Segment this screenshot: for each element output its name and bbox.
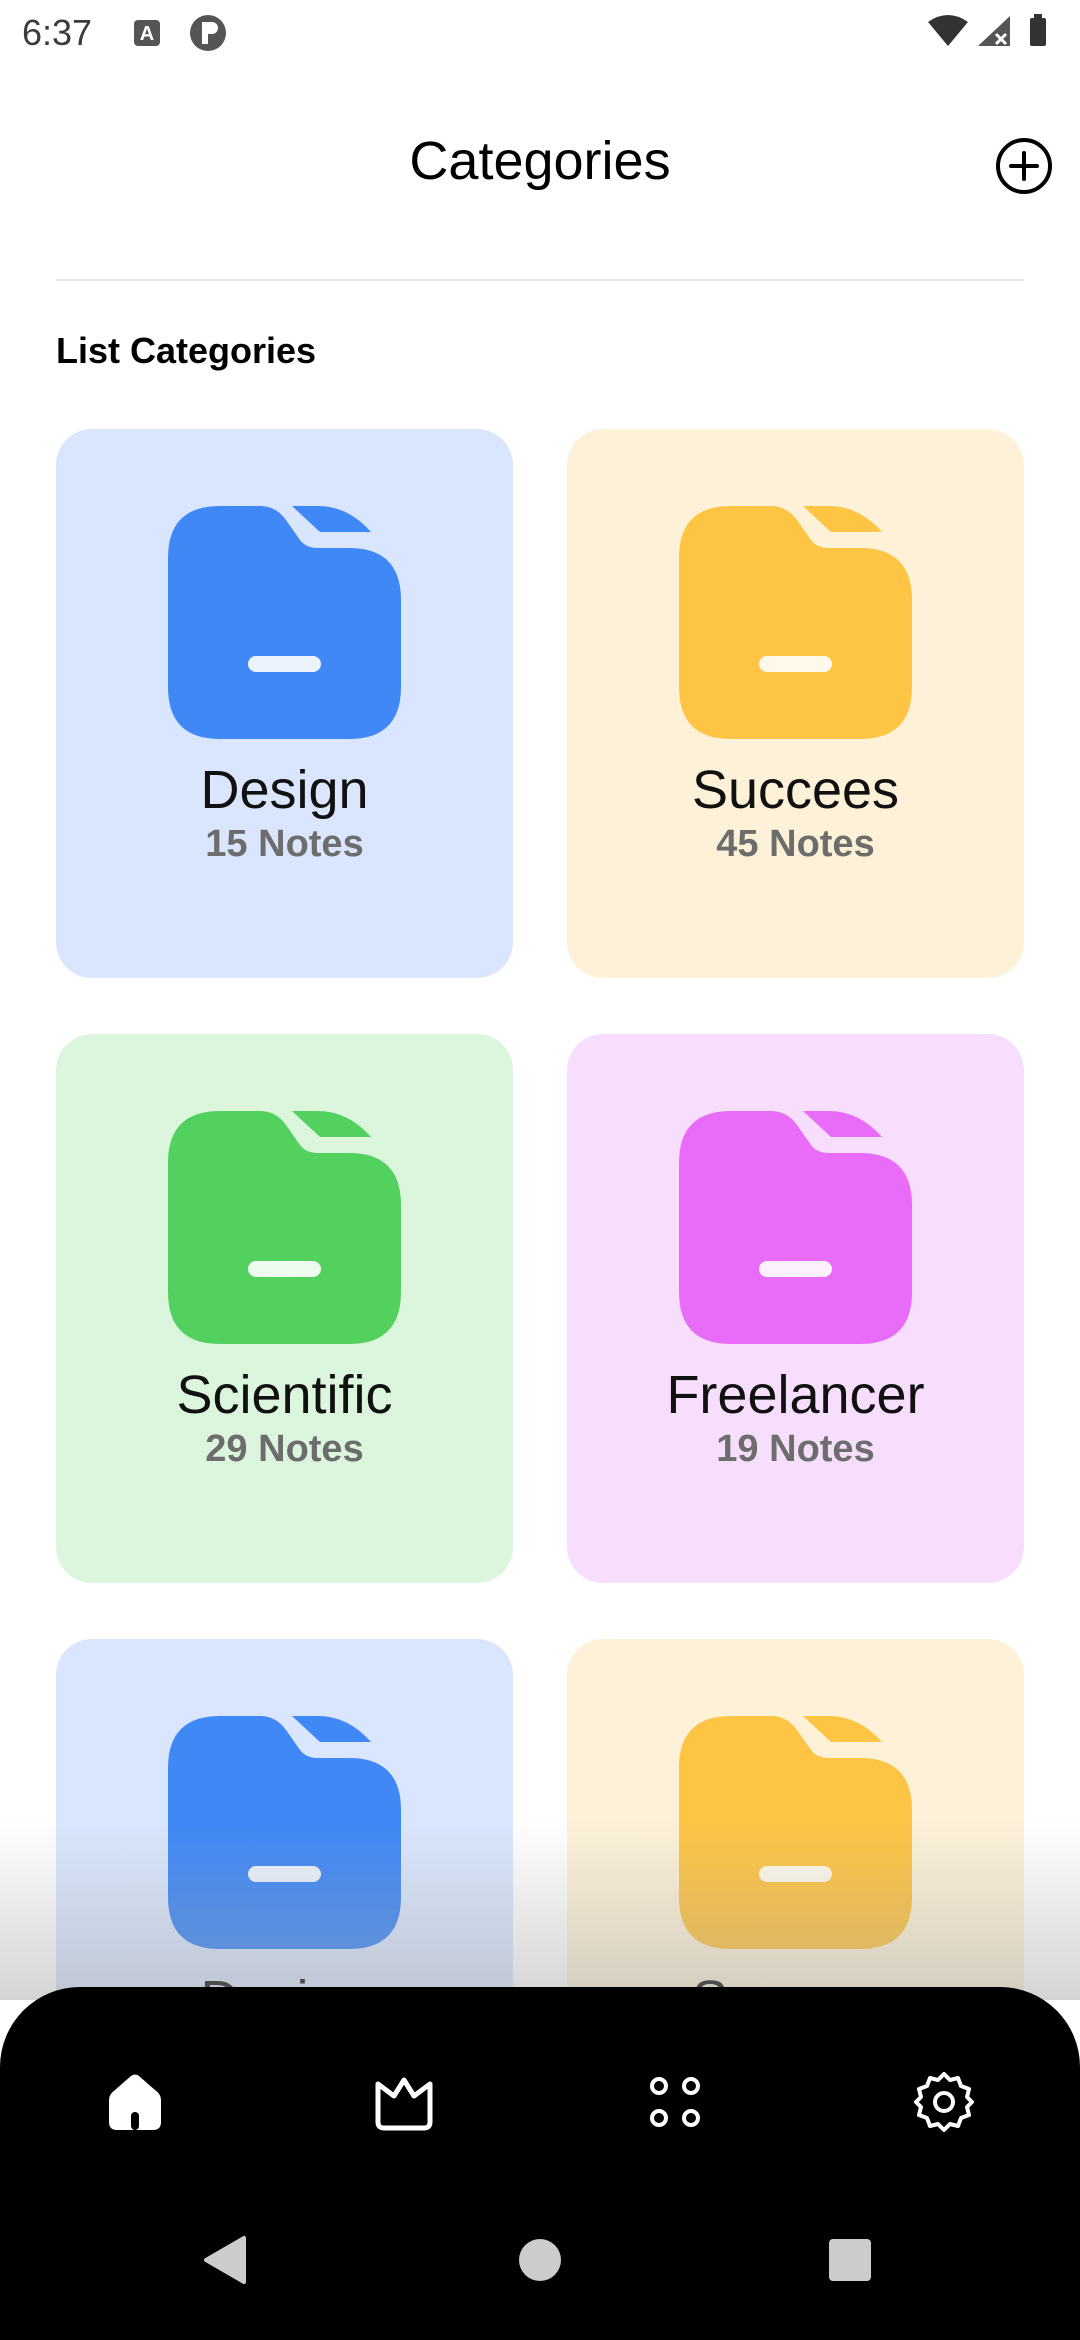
add-category-button[interactable]	[994, 136, 1054, 196]
section-title: List Categories	[56, 330, 317, 371]
category-count: 19 Notes	[716, 1428, 875, 1470]
nav-settings-button[interactable]	[912, 2070, 976, 2134]
status-notification-icons: A	[130, 14, 230, 57]
folder-icon	[168, 1716, 401, 1949]
category-name: Succees	[691, 760, 900, 820]
folder-icon	[168, 506, 401, 739]
home-icon	[109, 2074, 161, 2130]
category-count: 45 Notes	[716, 823, 875, 865]
nav-home-button[interactable]	[103, 2070, 167, 2134]
back-icon	[204, 2236, 246, 2284]
category-name: Scientific	[176, 1365, 393, 1425]
folder-icon	[168, 1111, 401, 1344]
recents-square-icon	[829, 2239, 871, 2281]
home-circle-icon	[519, 2239, 561, 2281]
svg-text:A: A	[140, 23, 154, 45]
folder-icon	[679, 506, 912, 739]
crown-icon	[375, 2077, 433, 2131]
settings-gear-icon	[914, 2072, 974, 2132]
nav-premium-button[interactable]	[372, 2070, 436, 2134]
category-count: 15 Notes	[205, 823, 364, 865]
battery-icon	[1030, 18, 1046, 46]
apps-grid-icon	[650, 2077, 700, 2127]
nav-apps-button[interactable]	[643, 2070, 707, 2134]
folder-icon	[679, 1716, 912, 1949]
system-recents-button[interactable]	[820, 2230, 880, 2290]
system-home-button[interactable]	[510, 2230, 570, 2290]
category-name: Freelancer	[666, 1365, 925, 1425]
status-bar: 6:37 A	[0, 0, 1080, 66]
app-p-icon	[190, 15, 226, 51]
status-system-icons	[928, 12, 1058, 57]
system-back-button[interactable]	[196, 2230, 256, 2290]
category-card-succees[interactable]: Succees 45 Notes	[567, 429, 1024, 978]
category-card-scientific[interactable]: Scientific 29 Notes	[56, 1034, 513, 1583]
keyboard-a-icon: A	[134, 20, 160, 46]
plus-circle-icon	[996, 138, 1052, 194]
wifi-icon	[928, 15, 968, 46]
category-card-freelancer[interactable]: Freelancer 19 Notes	[567, 1034, 1024, 1583]
category-count: 29 Notes	[205, 1428, 364, 1470]
page-title: Categories	[409, 131, 671, 191]
header-divider	[56, 279, 1024, 281]
folder-icon	[679, 1111, 912, 1344]
category-card-design[interactable]: Design 15 Notes	[56, 429, 513, 978]
status-time: 6:37	[22, 12, 93, 53]
category-name: Design	[200, 760, 369, 820]
